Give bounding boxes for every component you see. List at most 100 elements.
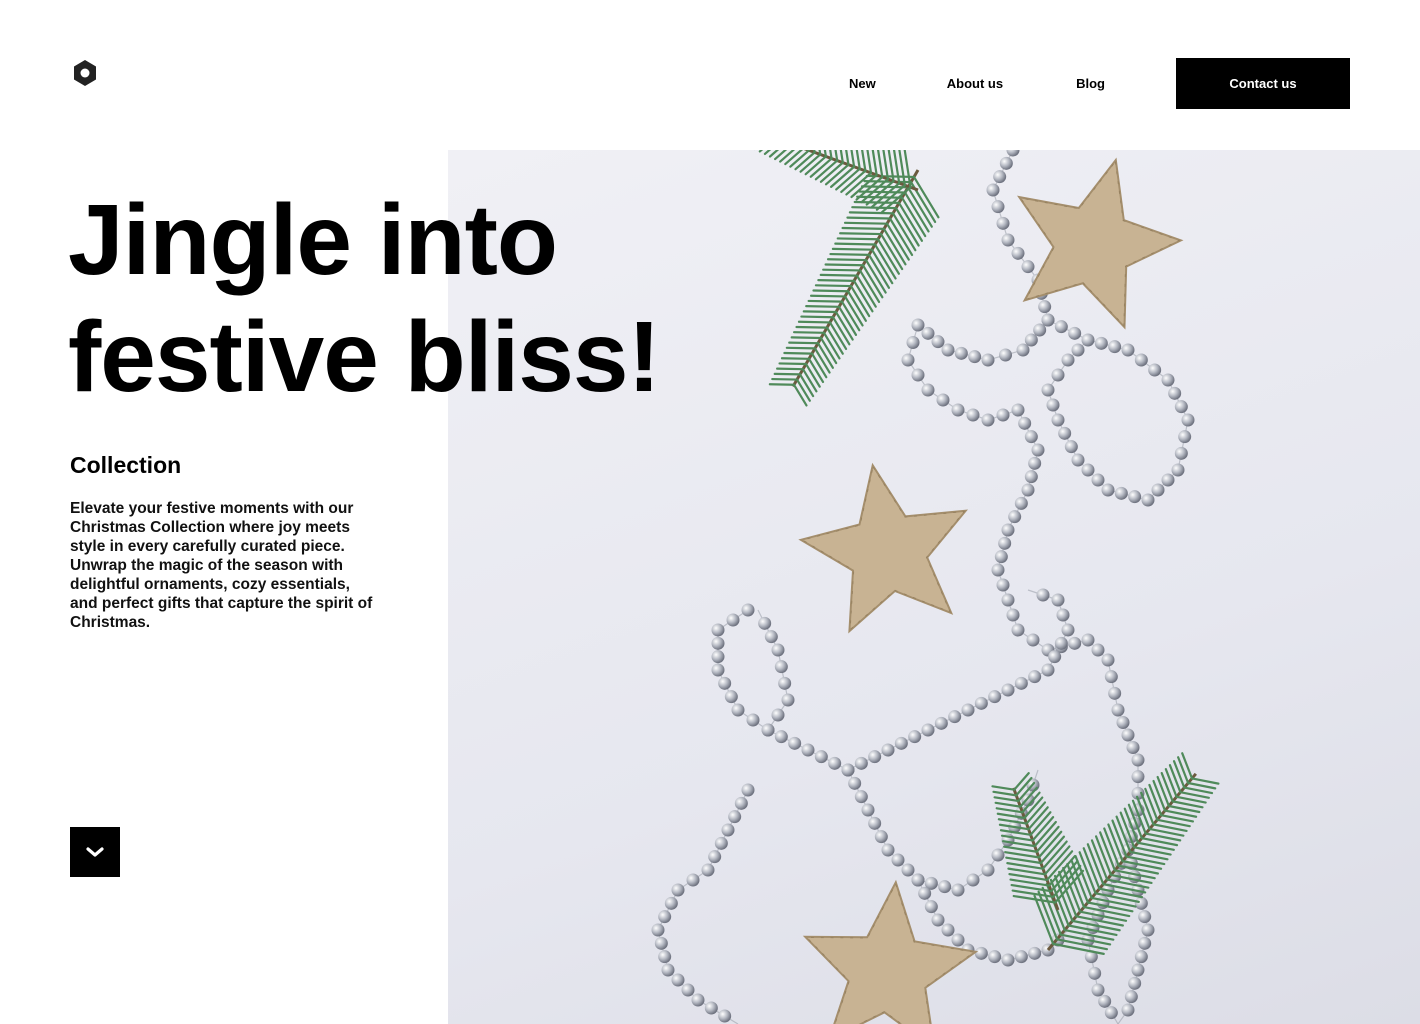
bead [1168,386,1182,400]
bead [941,923,955,937]
bead [1081,463,1095,477]
bead [941,343,955,357]
bead [801,743,815,757]
bead [1014,496,1028,510]
bead [901,353,915,367]
bead [996,408,1010,422]
bead [1024,430,1038,444]
bead [911,873,925,887]
bead [931,335,945,349]
bead [994,550,1008,564]
bead [861,803,875,817]
bead [1024,333,1038,347]
contact-us-button[interactable]: Contact us [1176,58,1350,109]
bead [991,563,1005,577]
bead [854,756,868,770]
bead [996,578,1010,592]
bead [728,810,742,824]
bead [711,636,725,650]
bead [931,913,945,927]
bead [1026,633,1040,647]
bead [1033,323,1047,337]
bead [774,730,788,744]
bead [1058,426,1072,440]
bead [1048,650,1062,664]
nav-item-blog[interactable]: Blog [1076,76,1105,91]
bead [1141,493,1155,507]
bead [1124,990,1138,1004]
bead [741,603,755,617]
bead [1088,966,1102,980]
bead [1178,430,1192,444]
bead [981,863,995,877]
bead [948,710,962,724]
bead [1001,683,1015,697]
bead [1151,483,1165,497]
bead [764,630,778,644]
bead [1148,363,1162,377]
bead [1126,741,1140,754]
bead [708,850,722,864]
bead [771,643,785,657]
bead [1138,910,1152,924]
bead [1021,260,1035,274]
bead [746,713,760,727]
bead [711,623,725,637]
bead [1031,443,1045,457]
bead [714,836,728,850]
bead [1068,636,1082,650]
bead [1038,300,1052,314]
bead [1041,383,1055,397]
bead [988,950,1002,964]
bead [841,763,855,777]
main-nav: New About us Blog Contact us [849,58,1350,109]
bead [966,873,980,887]
bead [658,910,672,924]
bead [1016,343,1030,357]
bead [828,756,842,770]
bead [991,200,1005,214]
bead [906,336,920,349]
bead [1171,463,1185,477]
bead [1036,588,1050,602]
bead [654,936,668,950]
bead [1051,593,1065,607]
bead [1001,233,1015,247]
bead [1001,523,1015,537]
birch-star-bottom [802,879,979,1024]
bead [1134,896,1148,910]
bead [1094,336,1108,350]
chevron-down-icon [86,847,104,857]
bead [671,973,685,987]
bead [961,703,975,717]
collection-description: Elevate your festive moments with our Ch… [70,500,373,631]
bead [761,723,775,737]
bead [1054,320,1068,334]
bead [968,350,982,364]
bead [1121,728,1135,742]
bead [758,616,772,630]
nav-item-new[interactable]: New [849,76,876,91]
hexagon-logo-icon[interactable] [72,59,98,87]
bead [934,716,948,730]
bead [988,690,1002,704]
bead [921,383,935,397]
bead [1131,963,1145,977]
bead [711,663,725,677]
bead [718,676,732,690]
nav-item-about-us[interactable]: About us [947,76,1003,91]
bead [1018,416,1032,430]
bead [981,353,995,367]
bead [1101,483,1115,497]
bead [651,923,665,937]
bead [1108,686,1122,700]
bead [854,790,868,804]
bead [661,963,675,977]
bead [1121,343,1135,357]
bead [1104,1006,1118,1020]
scroll-down-button[interactable] [70,827,120,877]
bead [881,843,895,857]
hero-title-line-2: festive bliss! [68,301,661,413]
pine-needle [768,383,796,386]
bead [1051,368,1065,382]
